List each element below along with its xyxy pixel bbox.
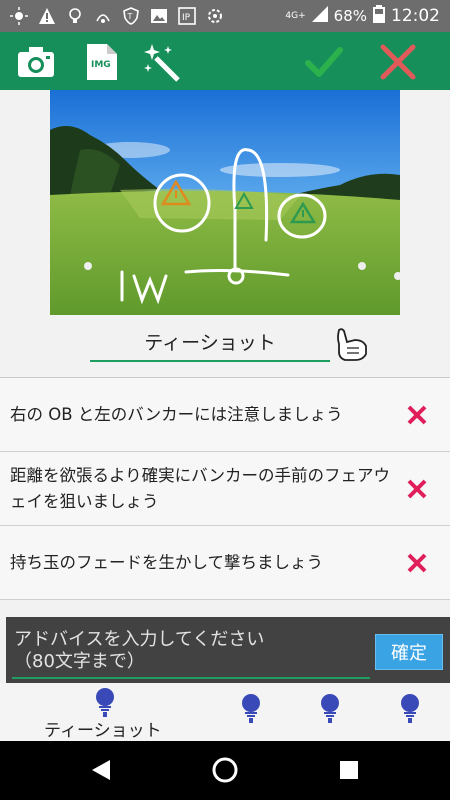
ip-icon: IP bbox=[178, 7, 196, 25]
annotated-golf-photo bbox=[50, 90, 400, 315]
advice-input[interactable]: アドバイスを入力してください （80文字まで） bbox=[14, 629, 264, 673]
back-button[interactable] bbox=[86, 755, 116, 785]
back-icon bbox=[92, 760, 110, 780]
battery-percent: 68% bbox=[333, 7, 367, 25]
advice-input-underline bbox=[12, 677, 370, 679]
delete-advice-button[interactable] bbox=[404, 402, 430, 428]
image-icon bbox=[150, 7, 168, 25]
home-icon bbox=[212, 757, 238, 783]
tab-tee-shot-label: ティーショット bbox=[44, 721, 162, 741]
pointing-hand-icon bbox=[337, 328, 367, 361]
camera-icon bbox=[18, 47, 54, 77]
advice-item: 距離を欲張るより確実にバンカーの手前のフェアウェイを狙いましょう bbox=[0, 452, 450, 526]
shield-icon: T bbox=[122, 7, 140, 25]
recents-icon bbox=[340, 761, 358, 779]
notification-icons: T IP bbox=[10, 7, 224, 25]
system-nav-bar bbox=[0, 741, 450, 800]
status-right: 4G+ 68% 12:02 bbox=[285, 5, 440, 27]
golf-tee-icon bbox=[242, 694, 260, 723]
tab-3[interactable] bbox=[319, 693, 341, 729]
delete-advice-button[interactable] bbox=[404, 476, 430, 502]
bulb-icon bbox=[66, 7, 84, 25]
advice-item: 持ち玉のフェードを生かして撃ちましょう bbox=[0, 526, 450, 600]
magic-wand-icon bbox=[144, 44, 180, 82]
close-icon bbox=[380, 44, 416, 80]
status-bar: T IP 4G+ 68% 12:02 bbox=[0, 0, 450, 32]
shot-type-label[interactable]: ティーショット bbox=[90, 328, 330, 355]
advice-text: 持ち玉のフェードを生かして撃ちましょう bbox=[10, 552, 324, 572]
confirm-button[interactable] bbox=[304, 42, 344, 82]
delete-icon bbox=[407, 553, 427, 572]
advice-input-bar: アドバイスを入力してください （80文字まで） 確定 bbox=[6, 617, 450, 683]
advice-text: 右の OB と左のバンカーには注意しましょう bbox=[10, 404, 343, 424]
clock: 12:02 bbox=[391, 6, 440, 26]
golf-tee-icon bbox=[321, 694, 339, 723]
settings-icon bbox=[206, 7, 224, 25]
pointing-hand-button[interactable] bbox=[333, 326, 369, 362]
golf-tee-icon bbox=[96, 688, 114, 717]
delete-advice-button[interactable] bbox=[404, 550, 430, 576]
confirm-advice-button[interactable]: 確定 bbox=[375, 634, 443, 670]
magic-wand-button[interactable] bbox=[142, 42, 182, 82]
wifi-call-icon bbox=[94, 7, 112, 25]
recents-button[interactable] bbox=[334, 755, 364, 785]
svg-text:T: T bbox=[127, 12, 133, 21]
delete-icon bbox=[407, 405, 427, 424]
img-label: IMG bbox=[91, 60, 111, 70]
network-type: 4G+ bbox=[285, 11, 306, 21]
tab-2[interactable] bbox=[240, 693, 262, 729]
cancel-button[interactable] bbox=[378, 42, 418, 82]
advice-list: 右の OB と左のバンカーには注意しましょう 距離を欲張るより確実にバンカーの手… bbox=[0, 378, 450, 600]
golf-tee-icon bbox=[401, 694, 419, 723]
warning-icon bbox=[38, 7, 56, 25]
brightness-icon bbox=[10, 7, 28, 25]
signal-icon bbox=[311, 6, 328, 26]
advice-input-hint: （80文字まで） bbox=[14, 651, 145, 672]
check-icon bbox=[305, 47, 343, 77]
delete-icon bbox=[407, 479, 427, 498]
toolbar: IMG bbox=[0, 32, 450, 90]
advice-text: 距離を欲張るより確実にバンカーの手前のフェアウェイを狙いましょう bbox=[10, 465, 390, 511]
course-photo[interactable] bbox=[50, 90, 400, 315]
tab-4[interactable] bbox=[399, 693, 421, 729]
shot-type-underline bbox=[90, 360, 330, 362]
svg-text:IP: IP bbox=[182, 13, 191, 23]
camera-button[interactable] bbox=[16, 42, 56, 82]
advice-input-placeholder: アドバイスを入力してください bbox=[14, 629, 265, 650]
shot-type-row: ティーショット bbox=[0, 318, 450, 374]
advice-item: 右の OB と左のバンカーには注意しましょう bbox=[0, 378, 450, 452]
image-picker-button[interactable]: IMG bbox=[82, 42, 122, 82]
battery-icon bbox=[373, 5, 385, 27]
home-button[interactable] bbox=[210, 755, 240, 785]
